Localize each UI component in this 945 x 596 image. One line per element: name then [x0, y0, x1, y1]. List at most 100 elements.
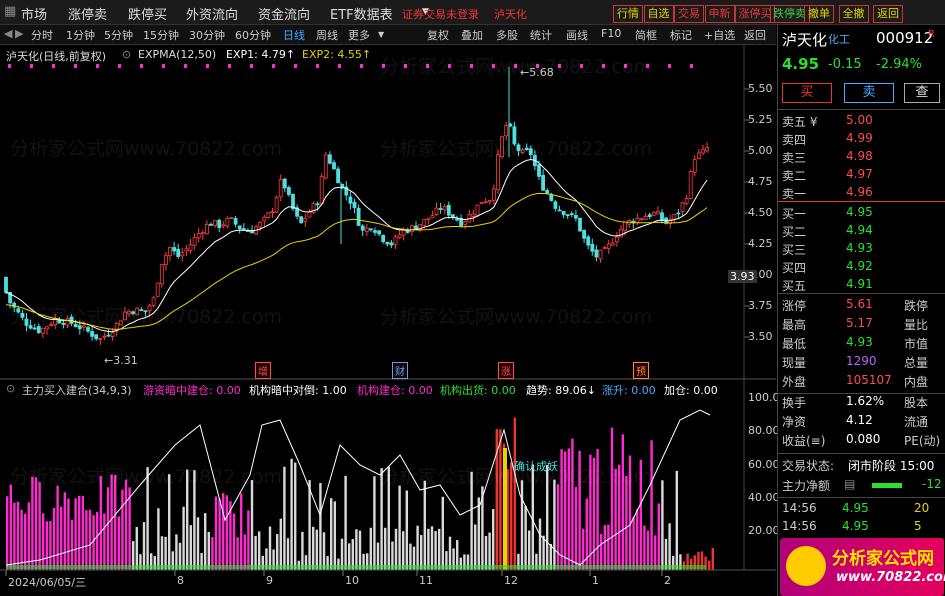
- tab-timeframe-6[interactable]: 日线: [283, 27, 305, 43]
- candle-body: [561, 211, 566, 216]
- nav-button-8[interactable]: 返回: [873, 5, 903, 23]
- left-arrow-icon: ←: [104, 354, 114, 367]
- tab-timeframe-8[interactable]: 更多: [348, 27, 370, 43]
- chevron-down-icon[interactable]: ▼: [378, 30, 384, 39]
- settings-icon[interactable]: ⊙: [6, 382, 15, 395]
- indicator-bar: [402, 531, 405, 570]
- candle-body: [327, 154, 332, 164]
- stat-row: 换手 1.62% 股本: [782, 394, 942, 412]
- indicator-bar: [225, 495, 228, 570]
- tab-timeframe-1[interactable]: 1分钟: [66, 27, 95, 43]
- grid-icon[interactable]: ▦: [4, 4, 16, 19]
- row-label2: PE(动): [904, 434, 941, 448]
- indicator-bar: [621, 434, 624, 570]
- candle-body: [537, 164, 541, 177]
- row-value: 4.99: [846, 131, 873, 145]
- indicator-bar: [34, 477, 38, 570]
- candle-body: [241, 228, 246, 231]
- indicator-bar: [258, 531, 261, 570]
- nav-market[interactable]: 市场: [21, 4, 47, 23]
- indicator-name: EXPMA(12,50): [138, 48, 217, 61]
- tab-timeframe-5[interactable]: 60分钟: [235, 27, 271, 43]
- date-label: 8: [177, 574, 184, 587]
- next-icon[interactable]: ▶: [15, 27, 23, 40]
- nav-foreign-flow[interactable]: 外资流向: [186, 4, 238, 23]
- candle-body: [401, 229, 406, 236]
- watermark: 分析家公式网www.70822.com: [380, 138, 652, 160]
- indicator-bar: [49, 520, 52, 570]
- candle-body: [434, 207, 439, 215]
- nav-button-2[interactable]: 交易: [674, 5, 704, 23]
- tool-8[interactable]: +自选: [704, 27, 735, 43]
- nav-limit-down-buy[interactable]: 跌停买: [128, 4, 167, 23]
- tab-timeframe-2[interactable]: 5分钟: [104, 27, 133, 43]
- nav-button-1[interactable]: 自选: [643, 5, 674, 23]
- indicator-bar: [243, 534, 246, 570]
- event-tag: 预: [633, 362, 649, 379]
- sector-tag[interactable]: 化工: [828, 31, 850, 47]
- indicator-bar: [27, 502, 30, 570]
- sell-button[interactable]: 卖: [844, 83, 894, 103]
- candle-body: [237, 225, 242, 230]
- settings-icon[interactable]: ⊙: [122, 48, 131, 61]
- candle-body: [651, 211, 656, 216]
- bid-row: 买四 4.92: [782, 259, 942, 277]
- row-value: 0.080: [846, 432, 881, 446]
- indicator-bar: [405, 490, 408, 570]
- indicator-bar: [214, 496, 218, 570]
- row-value: 4.91: [846, 277, 873, 291]
- tool-4[interactable]: 画线: [566, 27, 588, 43]
- candle-body: [692, 159, 697, 173]
- indicator-bar: [189, 525, 192, 570]
- tab-timeframe-4[interactable]: 30分钟: [189, 27, 225, 43]
- indicator-bar: [344, 475, 347, 570]
- sub-axis-label: 60.00: [748, 457, 780, 471]
- list-icon[interactable]: ▤: [844, 477, 855, 491]
- tool-3[interactable]: 统计: [530, 27, 552, 43]
- nav-button-3[interactable]: 申新: [704, 5, 735, 23]
- tool-5[interactable]: F10: [601, 27, 621, 40]
- candle-body: [541, 174, 545, 191]
- tab-timeframe-7[interactable]: 周线: [316, 27, 338, 43]
- nav-capital-flow[interactable]: 资金流向: [258, 4, 310, 23]
- signal-dot: [184, 64, 187, 68]
- signal-dot: [118, 64, 121, 68]
- indicator-bar: [708, 560, 711, 570]
- stat-row: 最低 4.93 市值: [782, 335, 942, 353]
- candle-body: [381, 234, 386, 243]
- indicator-bar: [477, 497, 480, 570]
- nav-limit-up-sell[interactable]: 涨停卖: [68, 4, 107, 23]
- date-label: 1: [592, 574, 599, 587]
- tool-2[interactable]: 多股: [496, 27, 518, 43]
- query-button[interactable]: 查: [904, 83, 940, 103]
- signal-dot: [52, 64, 55, 68]
- candle-body: [41, 327, 45, 334]
- indicator-bar: [63, 492, 66, 570]
- prev-icon[interactable]: ◀: [4, 27, 12, 40]
- row-value: 105107: [846, 373, 892, 387]
- candle-body: [660, 212, 664, 220]
- stat-row: 收益(≡) 0.080 PE(动): [782, 432, 942, 450]
- nav-button-0[interactable]: 行情: [613, 5, 643, 23]
- signal-dot: [228, 64, 231, 68]
- tool-1[interactable]: 叠加: [461, 27, 483, 43]
- tool-0[interactable]: 复权: [427, 27, 449, 43]
- candle-body: [4, 276, 8, 293]
- nav-button-6[interactable]: 撤单: [804, 5, 834, 23]
- indicator-bar: [42, 513, 45, 570]
- candle-body: [204, 224, 209, 235]
- tab-timeframe-3[interactable]: 15分钟: [143, 27, 179, 43]
- tool-9[interactable]: 返回: [744, 27, 766, 43]
- candle-body: [647, 214, 652, 217]
- buy-button[interactable]: 买: [782, 83, 832, 103]
- tool-6[interactable]: 简框: [635, 27, 657, 43]
- tab-timeframe-0[interactable]: 分时: [31, 27, 53, 43]
- indicator-bar: [646, 530, 650, 570]
- nav-etf-table[interactable]: ETF数据表: [330, 4, 393, 23]
- tool-7[interactable]: 标记: [670, 27, 692, 43]
- candle-body: [168, 247, 172, 256]
- candle-body: [368, 228, 373, 231]
- sub-indicator-5: 趋势: 89.06↓: [526, 384, 596, 397]
- candle-body: [479, 202, 484, 205]
- nav-button-7[interactable]: 全撤: [838, 5, 869, 23]
